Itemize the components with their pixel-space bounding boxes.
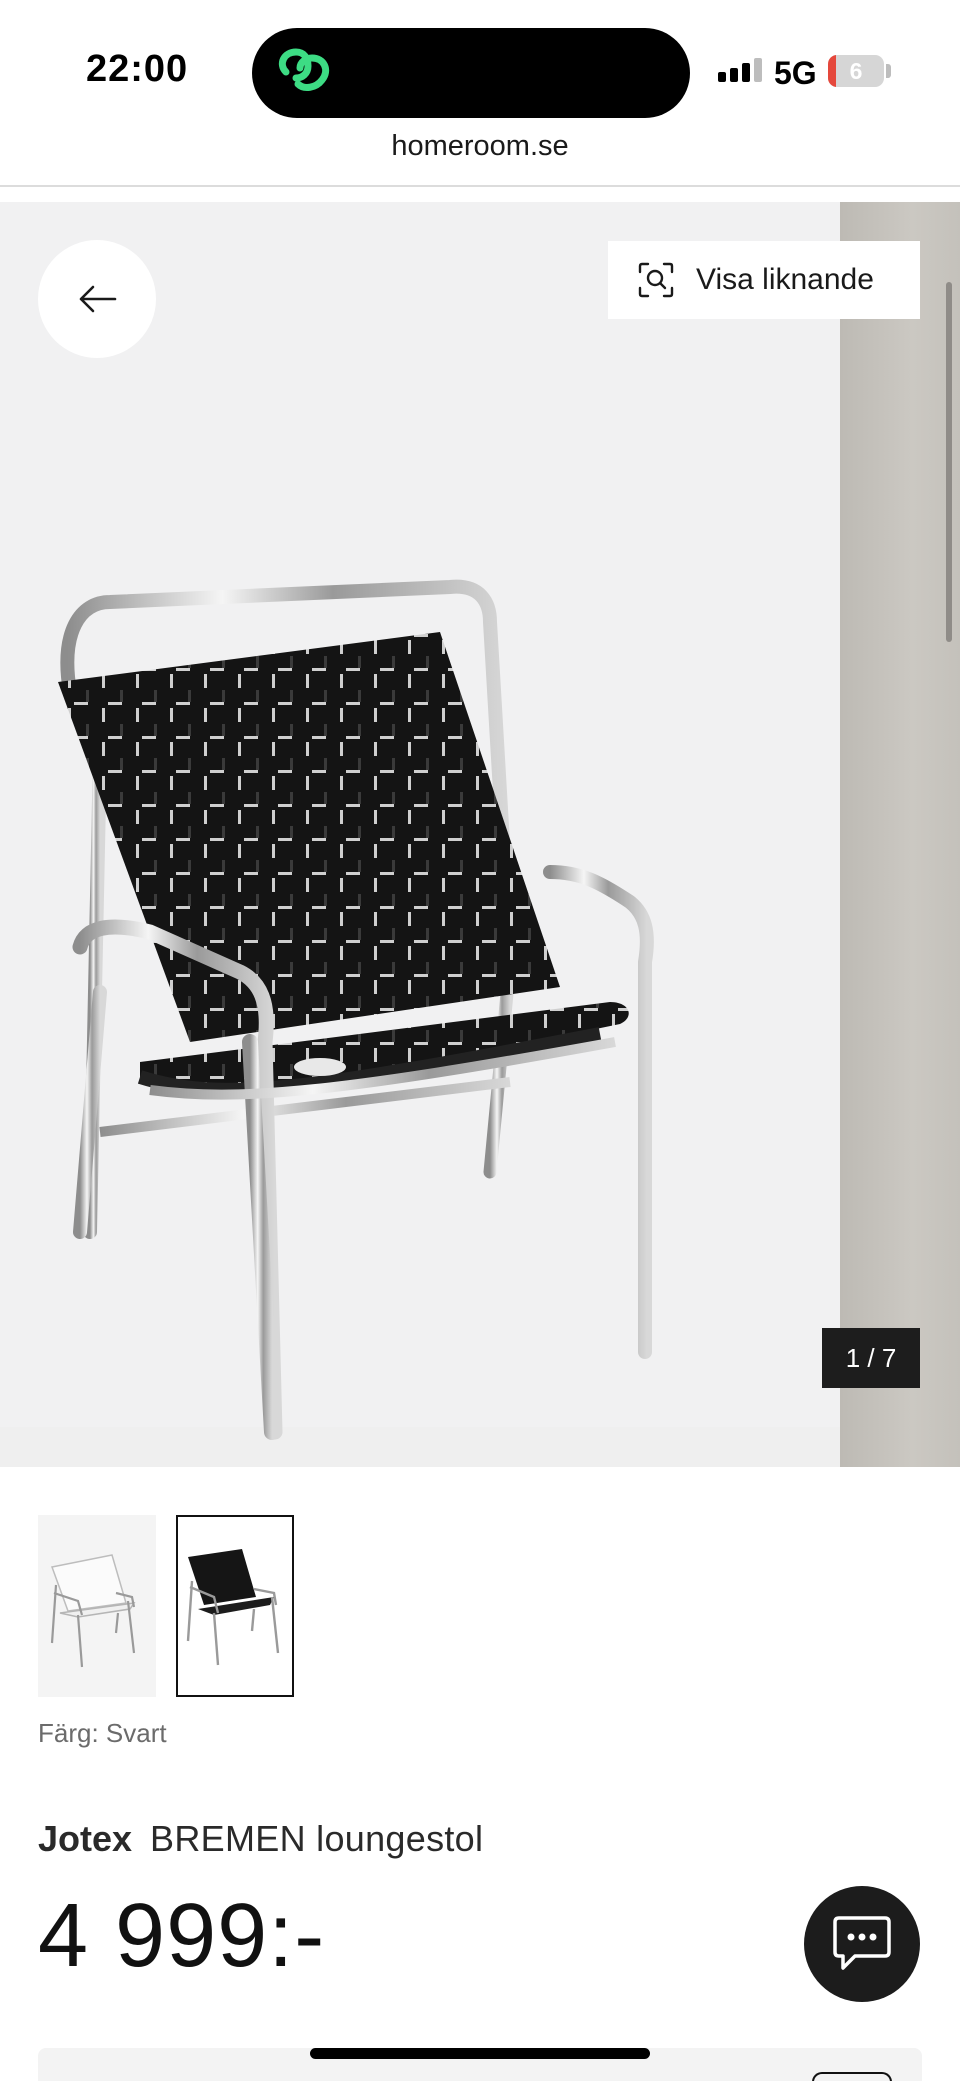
selected-color-label: Färg: Svart [38,1718,167,1748]
arrow-left-icon [79,285,117,313]
battery-level: 6 [849,58,863,84]
visual-search-icon [638,262,674,298]
chat-bubble-icon [833,1916,891,1970]
home-indicator[interactable] [310,2048,650,2059]
thumbnail-white-variant[interactable] [38,1515,156,1697]
product-page: 22:00 5G 6 homeroom.se Visa liknande 1 /… [0,0,960,2081]
product-image-gallery[interactable]: Visa liknande 1 / 7 [0,202,960,1467]
signal-strength-icon [718,58,762,82]
battery-cap [886,64,891,78]
thumbnail-black-variant[interactable] [176,1515,294,1697]
brand-name[interactable]: Jotex [38,1818,132,1859]
black-chair-thumbnail-image [186,1549,280,1666]
status-time: 22:00 [86,48,189,90]
app-link-icon [278,48,330,91]
product-title: Jotex BREMEN loungestol [38,1818,483,1860]
battery-icon: 6 [828,55,884,87]
chat-button[interactable] [804,1886,920,2002]
next-image-peek[interactable] [840,202,960,1467]
product-name: BREMEN loungestol [150,1818,484,1859]
scrollbar-thumb[interactable] [946,282,952,642]
sheet-corner-element [812,2072,892,2081]
back-button[interactable] [38,240,156,358]
dynamic-island [252,28,690,118]
show-similar-button[interactable]: Visa liknande [608,241,920,319]
browser-url[interactable]: homeroom.se [0,130,960,163]
network-type: 5G [774,55,817,91]
image-counter: 1 / 7 [822,1328,920,1388]
status-bar: 22:00 5G 6 homeroom.se [0,0,960,187]
white-chair-thumbnail-image [50,1554,136,1668]
url-divider [0,185,960,187]
show-similar-label: Visa liknande [696,263,874,296]
product-price: 4 999:- [38,1886,326,1986]
product-image-black-chair [58,579,654,1440]
